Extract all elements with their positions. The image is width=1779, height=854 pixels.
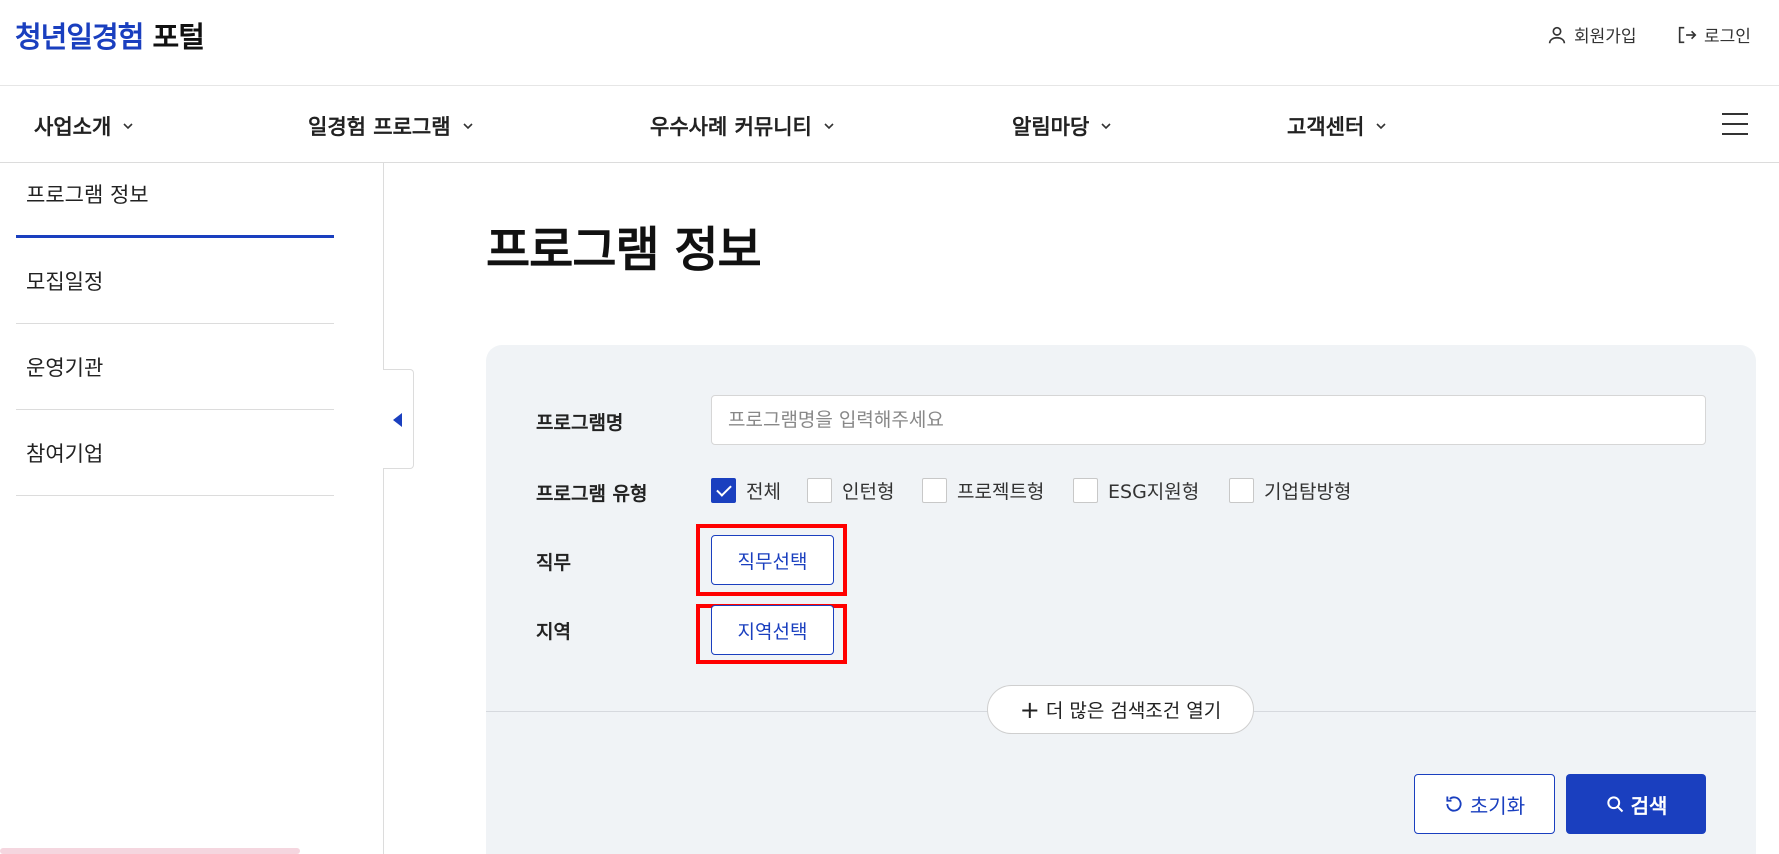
search-label: 검색 (1630, 793, 1668, 818)
job-select-button[interactable]: 직무선택 (711, 535, 834, 585)
program-name-label: 프로그램명 (536, 412, 624, 434)
sidebar-item-label: 운영기관 (26, 356, 104, 380)
checkbox-label: 기업탐방형 (1264, 481, 1352, 503)
nav-item-community[interactable]: 우수사례 커뮤니티 (650, 111, 836, 141)
checkbox-label: ESG지원형 (1108, 481, 1200, 503)
sidebar-collapse-button[interactable] (383, 369, 414, 469)
more-conditions-button[interactable]: + 더 많은 검색조건 열기 (987, 685, 1254, 734)
checkbox-unchecked[interactable] (922, 478, 947, 503)
login-link[interactable]: 로그인 (1676, 22, 1751, 47)
checkbox-unchecked[interactable] (1073, 478, 1098, 503)
nav-label: 사업소개 (34, 115, 112, 139)
chevron-down-icon (462, 123, 473, 130)
main-navigation: 사업소개 일경험 프로그램 우수사례 커뮤니티 알림마당 고객센터 (0, 87, 1779, 163)
checkbox-all[interactable]: 전체 (711, 477, 781, 504)
nav-item-customer-center[interactable]: 고객센터 (1287, 111, 1388, 141)
checkbox-company-visit[interactable]: 기업탐방형 (1229, 477, 1351, 504)
bottom-accent-bar (0, 848, 300, 854)
sidebar-item-schedule[interactable]: 모집일정 (16, 238, 334, 324)
region-label: 지역 (536, 621, 571, 643)
login-icon (1678, 26, 1697, 43)
search-icon (1606, 796, 1623, 813)
checkbox-unchecked[interactable] (807, 478, 832, 503)
program-type-label: 프로그램 유형 (536, 483, 648, 505)
chevron-down-icon (824, 123, 834, 130)
program-name-input[interactable] (711, 395, 1706, 445)
region-select-button[interactable]: 지역선택 (711, 605, 834, 655)
nav-label: 우수사례 커뮤니티 (650, 115, 812, 139)
logo-text-secondary: 포털 (152, 20, 205, 54)
plus-icon: + (1019, 695, 1040, 724)
sidebar-item-companies[interactable]: 참여기업 (16, 410, 334, 496)
checkbox-project[interactable]: 프로젝트형 (922, 477, 1044, 504)
reset-button[interactable]: 초기화 (1414, 774, 1555, 834)
nav-item-notice[interactable]: 알림마당 (1012, 111, 1113, 141)
checkbox-label: 인턴형 (842, 481, 895, 503)
more-conditions-label: 더 많은 검색조건 열기 (1045, 700, 1222, 722)
checkbox-label: 전체 (746, 481, 781, 503)
sidebar-item-program-info[interactable]: 프로그램 정보 (16, 163, 334, 238)
signup-label: 회원가입 (1574, 27, 1637, 47)
nav-item-business-intro[interactable]: 사업소개 (34, 111, 135, 141)
checkbox-checked[interactable] (711, 478, 736, 503)
checkbox-esg[interactable]: ESG지원형 (1073, 477, 1199, 504)
signup-link[interactable]: 회원가입 (1546, 22, 1637, 47)
refresh-icon (1446, 796, 1462, 812)
nav-label: 일경험 프로그램 (308, 115, 451, 139)
site-logo[interactable]: 청년일경험 포털 (15, 14, 205, 56)
sidebar-item-label: 모집일정 (26, 270, 104, 294)
sidebar-item-label: 프로그램 정보 (26, 183, 149, 207)
job-label: 직무 (536, 552, 571, 574)
checkbox-unchecked[interactable] (1229, 478, 1254, 503)
checkbox-intern[interactable]: 인턴형 (807, 477, 894, 504)
checkbox-label: 프로젝트형 (957, 481, 1045, 503)
top-header: 청년일경험 포털 회원가입 로그인 (0, 0, 1779, 86)
nav-label: 고객센터 (1287, 115, 1365, 139)
search-button[interactable]: 검색 (1566, 774, 1706, 834)
page-title: 프로그램 정보 (486, 222, 762, 278)
chevron-left-icon (393, 413, 402, 427)
logo-text-primary: 청년일경험 (15, 20, 144, 54)
chevron-down-icon (1376, 123, 1386, 130)
chevron-down-icon (123, 123, 133, 130)
nav-item-work-program[interactable]: 일경험 프로그램 (308, 111, 475, 141)
chevron-down-icon (1101, 123, 1111, 130)
reset-label: 초기화 (1469, 793, 1526, 818)
nav-label: 알림마당 (1012, 115, 1090, 139)
sidebar-item-operator[interactable]: 운영기관 (16, 324, 334, 410)
user-icon (1548, 26, 1566, 43)
sidebar-item-label: 참여기업 (26, 442, 104, 466)
login-label: 로그인 (1704, 27, 1751, 47)
hamburger-menu-icon[interactable] (1722, 113, 1748, 135)
